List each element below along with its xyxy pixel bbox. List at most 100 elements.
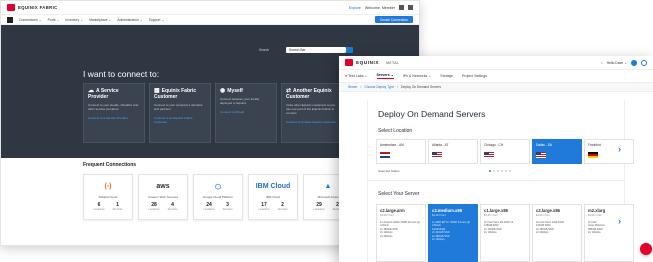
- fabric-nav: Connections ⌄ Ports ⌄ Inventory ⌄ Market…: [1, 15, 419, 25]
- server-name: m2.xlarg: [588, 208, 606, 213]
- search-icon[interactable]: ⌕: [601, 61, 603, 65]
- connect-cards: ☁ A Service Provider Connect to your clou…: [83, 83, 343, 143]
- nav-inventory[interactable]: Inventory ⌄: [65, 18, 83, 22]
- explore-link[interactable]: Explore: [349, 6, 361, 10]
- search-input[interactable]: Search Bar: [286, 47, 346, 53]
- provider-card[interactable]: ⬡ Google Cloud Platform 24 Locations 3 Servic…: [193, 174, 243, 220]
- user-menu[interactable]: Hello Dave ⌄: [607, 61, 627, 65]
- card-another-customer[interactable]: ⇄ Another Equinix Customer Invite other E…: [281, 83, 343, 143]
- server-name: c3.medium.x86: [432, 208, 463, 213]
- fabric-topbar: EQUINIX FABRIC Explore Welcome, Member: [1, 1, 419, 15]
- location-card[interactable]: Chicago - CH: [480, 139, 530, 164]
- chat-button[interactable]: [640, 243, 652, 255]
- location-name: Chicago - CH: [484, 143, 504, 147]
- location-next-arrow[interactable]: ›: [618, 144, 621, 154]
- location-card[interactable]: Amsterdam - AM: [376, 139, 426, 164]
- nav-marketplace[interactable]: Marketplace ⌄: [89, 18, 111, 22]
- card-title: Myself: [227, 88, 243, 94]
- server-specs: 1x Ampere eMAG 8180 32-core @ 3.0GHz 2x …: [380, 221, 420, 238]
- location-card[interactable]: Atlanta - AT: [428, 139, 478, 164]
- grid-icon[interactable]: [408, 5, 413, 10]
- server-list: c2.large.arm $1.00 / hour 1x Ampere eMAG 8…: [376, 204, 634, 262]
- welcome-text[interactable]: Welcome, Member: [365, 6, 395, 10]
- fabric-logo[interactable]: EQUINIX FABRIC: [7, 4, 58, 11]
- breadcrumb-server[interactable]: Server: [348, 85, 357, 89]
- card-fabric-customer[interactable]: ▦ Equinix Fabric Customer Connect to your…: [149, 83, 211, 143]
- provider-stats: 6 Locations 1 Services: [84, 202, 132, 211]
- pager-dot[interactable]: [509, 170, 511, 172]
- equinix-logo-icon[interactable]: [345, 59, 353, 66]
- server-specs: 2x Intel Xeon Platinum 384GB RAM 2x 10Gb…: [588, 221, 605, 235]
- provider-logo-icon: IBM Cloud: [255, 183, 291, 190]
- location-card[interactable]: Dallas - DA: [532, 139, 582, 164]
- nav-project-settings[interactable]: Project Settings: [462, 74, 487, 78]
- nav-connections[interactable]: Connections ⌄: [19, 18, 42, 22]
- provider-logo-icon: (-): [104, 183, 112, 190]
- pager-dot[interactable]: [489, 170, 491, 172]
- pager-dot[interactable]: [493, 170, 495, 172]
- nav-ports[interactable]: Ports ⌄: [48, 18, 60, 22]
- home-icon[interactable]: [7, 16, 13, 23]
- server-card[interactable]: c2.large.arm $1.00 / hour 1x Ampere eMAG 8…: [376, 204, 426, 262]
- nav-project[interactable]: ● Test Labs ⌄: [345, 74, 368, 78]
- card-link[interactable]: Connect to a Service Provider: [88, 116, 140, 120]
- server-price: $2.00 / hour: [536, 214, 550, 217]
- help-icon[interactable]: [641, 59, 647, 66]
- breadcrumb-separator: ›: [360, 85, 362, 89]
- search-button[interactable]: [346, 47, 353, 53]
- nav-administration[interactable]: Administration ⌄: [117, 18, 142, 22]
- card-title: Equinix Fabric Customer: [154, 88, 197, 100]
- location-name: Frankfurt: [588, 143, 601, 147]
- create-connection-button[interactable]: Create Connection: [374, 16, 413, 23]
- us-flag-icon: [484, 152, 494, 158]
- stat-locations: 24 Locations: [203, 202, 214, 211]
- select-location-title: Select Location: [378, 128, 413, 134]
- metal-nav: ● Test Labs ⌄ Servers ⌄ IPs & Networks ⌄…: [339, 70, 653, 83]
- provider-stats: 17 Locations 2 Services: [249, 202, 297, 211]
- server-card[interactable]: m2.xlarg $2.00 / hour 2x Intel Xeon Platin…: [584, 204, 634, 262]
- server-name: c2.large.arm: [380, 208, 405, 213]
- provider-card[interactable]: IBM Cloud IBM Cloud 17 Locations 2 Services: [248, 174, 298, 220]
- us-flag-icon: [536, 152, 546, 158]
- stat-label: Locations: [93, 208, 105, 211]
- de-flag-icon: [588, 152, 598, 158]
- card-myself[interactable]: ◉ Myself Connect between your locally dep…: [215, 83, 277, 143]
- provider-card[interactable]: (-) Alibaba Cloud 6 Locations 1 Services: [83, 174, 133, 220]
- stat-label: Locations: [148, 208, 160, 211]
- server-card[interactable]: c1.large.x86 $1.25 / hour 2x Intel Xeon E5…: [480, 204, 530, 262]
- card-link[interactable]: Connect to an Equinix Fabric Customer: [154, 116, 206, 124]
- nav-support[interactable]: Support ⌄: [149, 18, 165, 22]
- card-link[interactable]: Connect to Myself: [220, 110, 272, 114]
- provider-card[interactable]: aws Amazon Web Services 28 Locations 4 Servic…: [138, 174, 188, 220]
- pager-dot[interactable]: [497, 170, 499, 172]
- stat-label: Services: [222, 208, 233, 211]
- notification-icon[interactable]: [631, 59, 637, 66]
- select-server-title: Select Your Server: [378, 191, 420, 197]
- metal-window: EQUINIX METAL ⌕ Hello Dave ⌄ ● Test Labs…: [339, 56, 653, 262]
- card-link[interactable]: Connect to Another Equinix Customer: [286, 120, 338, 124]
- nl-flag-icon: [380, 152, 390, 158]
- nav-ips-networks[interactable]: IPs & Networks ⌄: [403, 74, 432, 78]
- deploy-panel: Deploy On Demand Servers Select Location…: [367, 100, 634, 262]
- breadcrumb-deploy-type[interactable]: Choose Deploy Type: [364, 85, 394, 89]
- pager-dot[interactable]: [501, 170, 503, 172]
- location-card[interactable]: Frankfurt: [584, 139, 634, 164]
- server-card[interactable]: c3.medium.x86 $1.10 / hour 1x AMD EPYC 740…: [428, 204, 478, 262]
- stat-label: Locations: [258, 208, 270, 211]
- card-service-provider[interactable]: ☁ A Service Provider Connect to your clou…: [83, 83, 145, 143]
- fabric-brand: EQUINIX FABRIC: [18, 5, 58, 10]
- server-next-arrow[interactable]: ›: [618, 216, 621, 226]
- server-card[interactable]: c2.large.x86 $2.00 / hour 2x Intel Xeon Go…: [532, 204, 582, 262]
- pager-dot[interactable]: [505, 170, 507, 172]
- server-price: $1.25 / hour: [484, 214, 498, 217]
- location-name: Amsterdam - AM: [380, 143, 404, 147]
- stat-label: Services: [112, 208, 123, 211]
- server-specs: 2x Intel Xeon E5-2640 v3 128GB RAM 2x 12…: [484, 221, 514, 235]
- stat-locations: 17 Locations: [258, 202, 269, 211]
- card-desc: Connect to your company's domains and pa…: [154, 103, 203, 111]
- nav-storage[interactable]: Storage: [440, 74, 453, 78]
- card-desc: Connect to your clouds, virtualize and o…: [88, 103, 139, 111]
- location-pager[interactable]: [489, 170, 511, 172]
- bell-icon[interactable]: [399, 5, 404, 10]
- nav-servers[interactable]: Servers ⌄: [376, 73, 394, 79]
